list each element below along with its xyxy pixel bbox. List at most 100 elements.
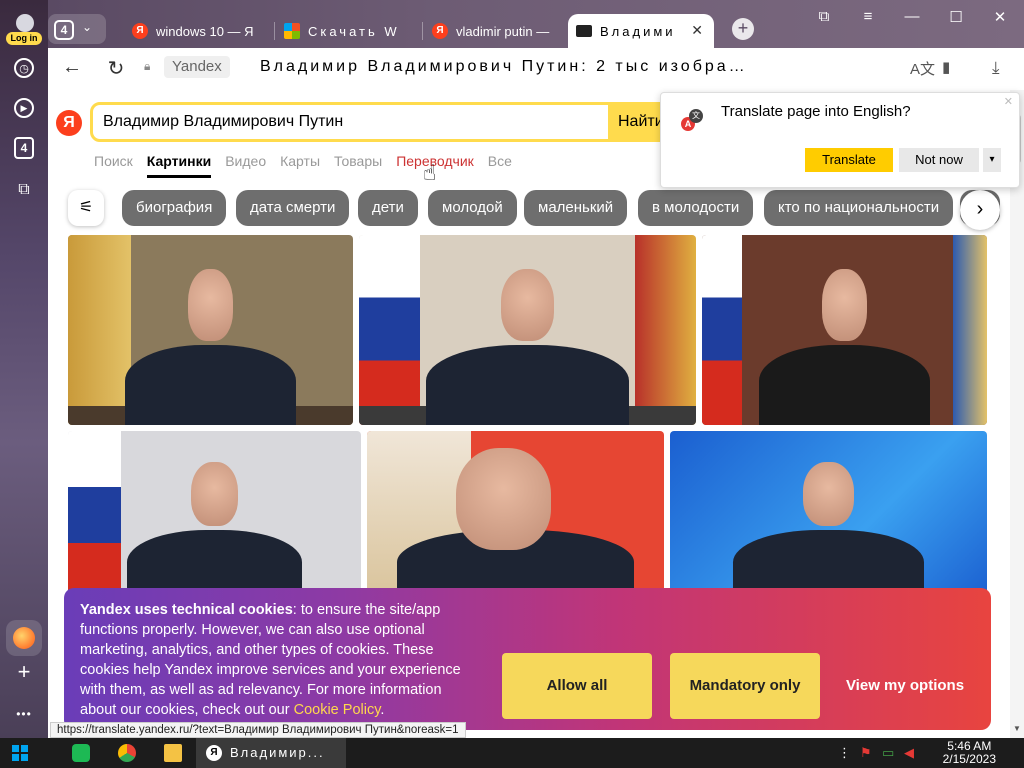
yandex-favicon-icon: Я <box>132 23 148 39</box>
more-icon[interactable]: ••• <box>12 702 36 726</box>
screenshot-icon[interactable]: ⧉ <box>12 178 36 202</box>
services-nav: Поиск Картинки Видео Карты Товары Перево… <box>94 152 512 178</box>
images-favicon-icon <box>576 25 592 37</box>
translate-icon[interactable]: A文 <box>910 58 935 79</box>
close-tab-icon[interactable]: ✕ <box>691 22 706 39</box>
scroll-down-icon[interactable]: ▼ <box>1010 724 1024 733</box>
play-icon[interactable]: ▶ <box>14 98 34 118</box>
chip-biography[interactable]: биография <box>122 190 227 226</box>
cookie-heading: Yandex uses technical cookies <box>80 602 293 618</box>
file-explorer-icon[interactable] <box>164 744 182 762</box>
windows-start-icon[interactable] <box>12 745 28 761</box>
bookmarks-icon[interactable]: ⧉ <box>814 8 834 25</box>
status-url: https://translate.yandex.ru/?text=Владим… <box>50 722 466 738</box>
minimize-icon[interactable]: — <box>902 8 922 25</box>
photo-face <box>187 269 234 342</box>
url-field[interactable]: 🔒︎ Yandex Владимир Владимирович Путин: 2… <box>144 56 904 82</box>
tab-count: 4 <box>54 20 74 40</box>
task-label: Владимир... <box>230 745 325 760</box>
image-result[interactable] <box>68 235 353 425</box>
chrome-icon[interactable] <box>118 744 136 762</box>
taskbar: Я Владимир... ⋮ ⚑ ▭ ◀ 5:46 AM 2/15/2023 <box>0 738 1024 768</box>
not-now-button[interactable]: Not now <box>899 148 979 172</box>
tab-download-windows[interactable]: Скачать W <box>276 14 418 48</box>
microsoft-favicon-icon <box>284 23 300 39</box>
tab-images-active[interactable]: Владими ✕ <box>568 14 714 48</box>
back-icon[interactable]: ← <box>60 56 84 79</box>
cookie-message: Yandex uses technical cookies: to ensure… <box>80 600 480 720</box>
close-window-icon[interactable]: ✕ <box>990 8 1010 26</box>
image-result[interactable] <box>670 431 987 601</box>
reload-icon[interactable]: ↻ <box>104 56 128 81</box>
search-query: Владимир Владимирович Путин <box>103 113 344 130</box>
yandex-logo[interactable]: Я <box>56 110 82 136</box>
tab-counter-button[interactable]: 4 ⌄ <box>48 14 106 44</box>
russian-flag <box>68 431 121 601</box>
image-result[interactable] <box>367 431 664 601</box>
search-input[interactable]: Владимир Владимирович Путин ✕ <box>90 102 660 142</box>
image-result[interactable] <box>359 235 696 425</box>
url-page-title: Владимир Владимирович Путин: 2 тыс изобр… <box>260 58 748 75</box>
chip-in-youth[interactable]: в молодости <box>638 190 754 226</box>
chevron-right-icon[interactable]: › <box>960 190 1000 230</box>
chevron-down-icon[interactable]: ▾ <box>983 148 1001 172</box>
login-button[interactable]: Log in <box>4 14 44 46</box>
download-icon[interactable]: ⤓ <box>992 58 1000 78</box>
chip-young[interactable]: молодой <box>428 190 517 226</box>
search-button[interactable]: Найти <box>608 102 668 142</box>
address-bar: ← ↻ 🔒︎ Yandex Владимир Владимирович Пути… <box>48 48 1024 90</box>
image-result[interactable] <box>68 431 361 601</box>
yandex-favicon-icon: Я <box>432 23 448 39</box>
clock[interactable]: 5:46 AM 2/15/2023 <box>943 740 996 766</box>
service-images[interactable]: Картинки <box>146 152 212 178</box>
allow-all-button[interactable]: Allow all <box>502 653 652 719</box>
tab-label: windows 10 — Я <box>156 23 254 39</box>
service-search[interactable]: Поиск <box>94 152 133 178</box>
network-icon[interactable]: ▭ <box>882 745 894 761</box>
moscow-flag <box>635 235 696 425</box>
tab-vladimir-putin[interactable]: Я vladimir putin — <box>424 14 564 48</box>
chip-small[interactable]: маленький <box>524 190 628 226</box>
tab-separator <box>422 22 423 40</box>
image-result[interactable] <box>702 235 987 425</box>
tab-separator <box>274 22 275 40</box>
photo-face <box>191 461 238 527</box>
tab-label: Скачать W <box>308 23 400 39</box>
translate-button[interactable]: Translate <box>805 148 893 172</box>
tray-more-icon[interactable]: ⋮ <box>838 745 851 761</box>
chip-nationality[interactable]: кто по национальности <box>764 190 954 226</box>
view-options-button[interactable]: View my options <box>830 653 980 719</box>
photo-suit <box>426 345 629 425</box>
photo-suit <box>759 345 930 425</box>
bookmark-icon[interactable]: ▮ <box>942 58 950 76</box>
service-video[interactable]: Видео <box>225 152 266 178</box>
new-tab-button[interactable]: + <box>732 18 754 40</box>
tab-label: vladimir putin — <box>456 23 550 39</box>
cookie-policy-link[interactable]: Cookie Policy <box>294 702 381 718</box>
russian-flag <box>702 235 742 425</box>
alice-assistant-button[interactable] <box>6 620 42 656</box>
add-panel-icon[interactable]: + <box>12 659 36 684</box>
service-all[interactable]: Все <box>488 152 512 178</box>
app-icon[interactable] <box>72 744 90 762</box>
maximize-icon[interactable]: ☐ <box>946 8 966 26</box>
mandatory-only-button[interactable]: Mandatory only <box>670 653 820 719</box>
alice-icon <box>13 627 35 649</box>
date: 2/15/2023 <box>942 752 996 766</box>
clock-icon[interactable]: ◷ <box>14 58 34 78</box>
service-maps[interactable]: Карты <box>280 152 320 178</box>
translate-popup: A文 Translate page into English? ✕ Transl… <box>660 92 1020 188</box>
service-goods[interactable]: Товары <box>334 152 382 178</box>
tab-windows10[interactable]: Я windows 10 — Я <box>124 14 268 48</box>
close-icon[interactable]: ✕ <box>1004 95 1013 108</box>
tabs-count-icon[interactable]: 4 <box>14 137 34 159</box>
yandex-browser-icon: Я <box>206 745 222 761</box>
menu-icon[interactable]: ≡ <box>858 8 878 25</box>
taskbar-browser-task[interactable]: Я Владимир... <box>196 738 346 768</box>
tab-label: Владими <box>600 23 676 39</box>
filters-icon[interactable]: ⚟ <box>68 190 104 226</box>
chip-death-date[interactable]: дата смерти <box>236 190 350 226</box>
flag-icon[interactable]: ⚑ <box>860 745 872 761</box>
chip-children[interactable]: дети <box>358 190 418 226</box>
volume-icon[interactable]: ◀ <box>904 745 914 761</box>
